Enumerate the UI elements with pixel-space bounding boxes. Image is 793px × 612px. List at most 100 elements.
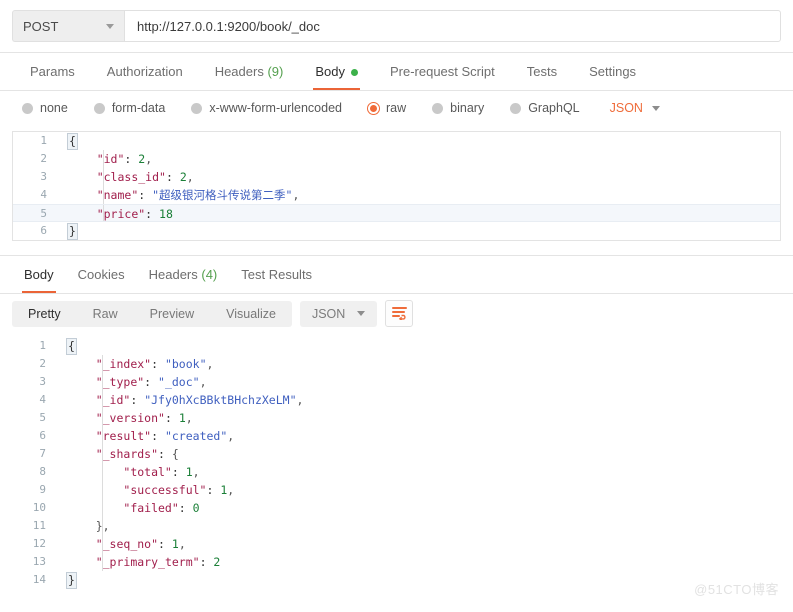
response-tab-label: Test Results	[241, 267, 313, 282]
request-tab-headers[interactable]: Headers (9)	[199, 53, 300, 90]
request-tab-params[interactable]: Params	[14, 53, 91, 90]
code-line: 6}	[13, 222, 780, 240]
line-number: 6	[39, 429, 46, 442]
code-text: "total": 1,	[56, 463, 793, 481]
body-type-x-www-form-urlencoded[interactable]: x-www-form-urlencoded	[191, 101, 342, 115]
code-text: "_seq_no": 1,	[95, 535, 186, 553]
word-wrap-button[interactable]	[385, 300, 414, 327]
code-line: 10 "failed": 0	[12, 499, 793, 517]
code-text: "_type": "_doc",	[95, 373, 207, 391]
view-mode-raw[interactable]: Raw	[77, 301, 134, 327]
code-line: 3 "_type": "_doc",	[12, 373, 793, 391]
word-wrap-icon	[391, 307, 407, 320]
response-format-dropdown[interactable]: JSON	[299, 300, 378, 327]
code-text: "class_id": 2,	[96, 168, 194, 186]
line-number: 2	[39, 357, 46, 370]
line-number: 5	[40, 207, 47, 220]
body-type-label: none	[40, 101, 68, 115]
http-method-label: POST	[23, 18, 59, 34]
body-type-label: form-data	[111, 101, 166, 115]
code-line: 3 "class_id": 2,	[13, 168, 780, 186]
code-text: "result": "created",	[95, 427, 235, 445]
view-mode-preview[interactable]: Preview	[134, 301, 210, 327]
chevron-down-icon	[106, 23, 114, 29]
request-body-code[interactable]: 1{2 "id": 2, 3 "class_id": 2, 4 "name": "超…	[13, 132, 780, 240]
line-number: 4	[39, 393, 46, 406]
response-body-code[interactable]: 1{2 "_index": "book", 3 "_type": "_doc", 4…	[12, 337, 793, 589]
body-type-label: raw	[386, 101, 407, 115]
line-number: 5	[39, 411, 46, 424]
response-tab-cookies[interactable]: Cookies	[66, 256, 137, 293]
body-type-label: binary	[450, 101, 485, 115]
body-type-label: GraphQL	[528, 101, 580, 115]
url-input[interactable]: http://127.0.0.1:9200/book/_doc	[124, 10, 781, 42]
body-type-label: x-www-form-urlencoded	[209, 101, 342, 115]
response-tab-label: Cookies	[77, 267, 125, 282]
body-type-options: none form-data x-www-form-urlencoded raw bin…	[0, 91, 793, 125]
view-mode-pretty[interactable]: Pretty	[12, 301, 77, 327]
response-tab-count: (4)	[197, 267, 218, 282]
code-text: "successful": 1,	[56, 481, 793, 499]
code-line: 1{	[13, 132, 780, 150]
code-text: "_shards": {	[95, 445, 179, 463]
view-mode-visualize[interactable]: Visualize	[210, 301, 292, 327]
line-number: 7	[39, 447, 46, 460]
code-text: "id": 2,	[96, 150, 153, 168]
code-line: 2 "_index": "book",	[12, 355, 793, 373]
raw-format-dropdown[interactable]: JSON	[610, 101, 660, 115]
line-number: 3	[40, 170, 47, 183]
request-tab-label: Authorization	[106, 64, 183, 79]
code-text: {	[66, 338, 77, 355]
line-number: 1	[39, 339, 46, 352]
request-tab-authorization[interactable]: Authorization	[91, 53, 199, 90]
http-method-select[interactable]: POST	[12, 10, 124, 42]
body-type-graphql[interactable]: GraphQL	[510, 101, 580, 115]
line-number: 13	[32, 555, 46, 568]
line-number: 12	[32, 537, 46, 550]
code-text: "name": "超级银河格斗传说第二季",	[96, 186, 300, 204]
code-line: 13 "_primary_term": 2	[12, 553, 793, 571]
line-number: 4	[40, 188, 47, 201]
code-text: "_primary_term": 2	[95, 553, 221, 571]
response-tab-test-results[interactable]: Test Results	[229, 256, 324, 293]
line-number: 2	[40, 152, 47, 165]
request-tab-tests[interactable]: Tests	[511, 53, 573, 90]
code-text: {	[67, 133, 78, 150]
code-line: 11 },	[12, 517, 793, 535]
code-line: 7 "_shards": {	[12, 445, 793, 463]
request-tab-settings[interactable]: Settings	[573, 53, 652, 90]
body-present-dot-icon	[350, 69, 358, 77]
code-text: "_id": "Jfy0hXcBBktBHchzXeLM",	[95, 391, 304, 409]
request-body-editor[interactable]: 1{2 "id": 2, 3 "class_id": 2, 4 "name": "超…	[12, 131, 781, 241]
request-tab-label: Pre-request Script	[389, 64, 495, 79]
code-line: 5 "price": 18	[13, 204, 780, 222]
code-text: "_version": 1,	[95, 409, 193, 427]
request-tab-label: Headers	[214, 64, 264, 79]
code-line: 4 "name": "超级银河格斗传说第二季",	[13, 186, 780, 204]
code-text: },	[95, 517, 110, 535]
response-tab-body[interactable]: Body	[12, 256, 66, 293]
request-tabs: Params Authorization Headers (9) Body Pre-re…	[0, 53, 793, 90]
response-tabs: Body Cookies Headers (4) Test Results	[0, 256, 793, 293]
request-tab-label: Params	[30, 64, 75, 79]
chevron-down-icon	[651, 105, 660, 111]
radio-icon	[510, 102, 522, 114]
body-type-form-data[interactable]: form-data	[93, 101, 166, 115]
request-tab-body[interactable]: Body	[299, 53, 374, 90]
request-tab-pre-request-script[interactable]: Pre-request Script	[374, 53, 511, 90]
response-tab-headers[interactable]: Headers (4)	[137, 256, 230, 293]
request-tab-label: Settings	[589, 64, 637, 79]
code-text: }	[66, 572, 77, 589]
code-line: 12 "_seq_no": 1,	[12, 535, 793, 553]
line-number: 3	[39, 375, 46, 388]
watermark: @51CTO博客	[694, 582, 779, 597]
body-type-raw[interactable]: raw	[368, 101, 406, 115]
body-type-none[interactable]: none	[22, 101, 68, 115]
code-text: "_index": "book",	[95, 355, 214, 373]
body-type-binary[interactable]: binary	[432, 101, 484, 115]
chevron-down-icon	[357, 311, 366, 316]
radio-icon	[368, 102, 379, 114]
response-tab-label: Headers	[148, 267, 198, 282]
code-line: 9 "successful": 1,	[12, 481, 793, 499]
response-body-panel[interactable]: 1{2 "_index": "book", 3 "_type": "_doc", 4…	[0, 333, 793, 589]
